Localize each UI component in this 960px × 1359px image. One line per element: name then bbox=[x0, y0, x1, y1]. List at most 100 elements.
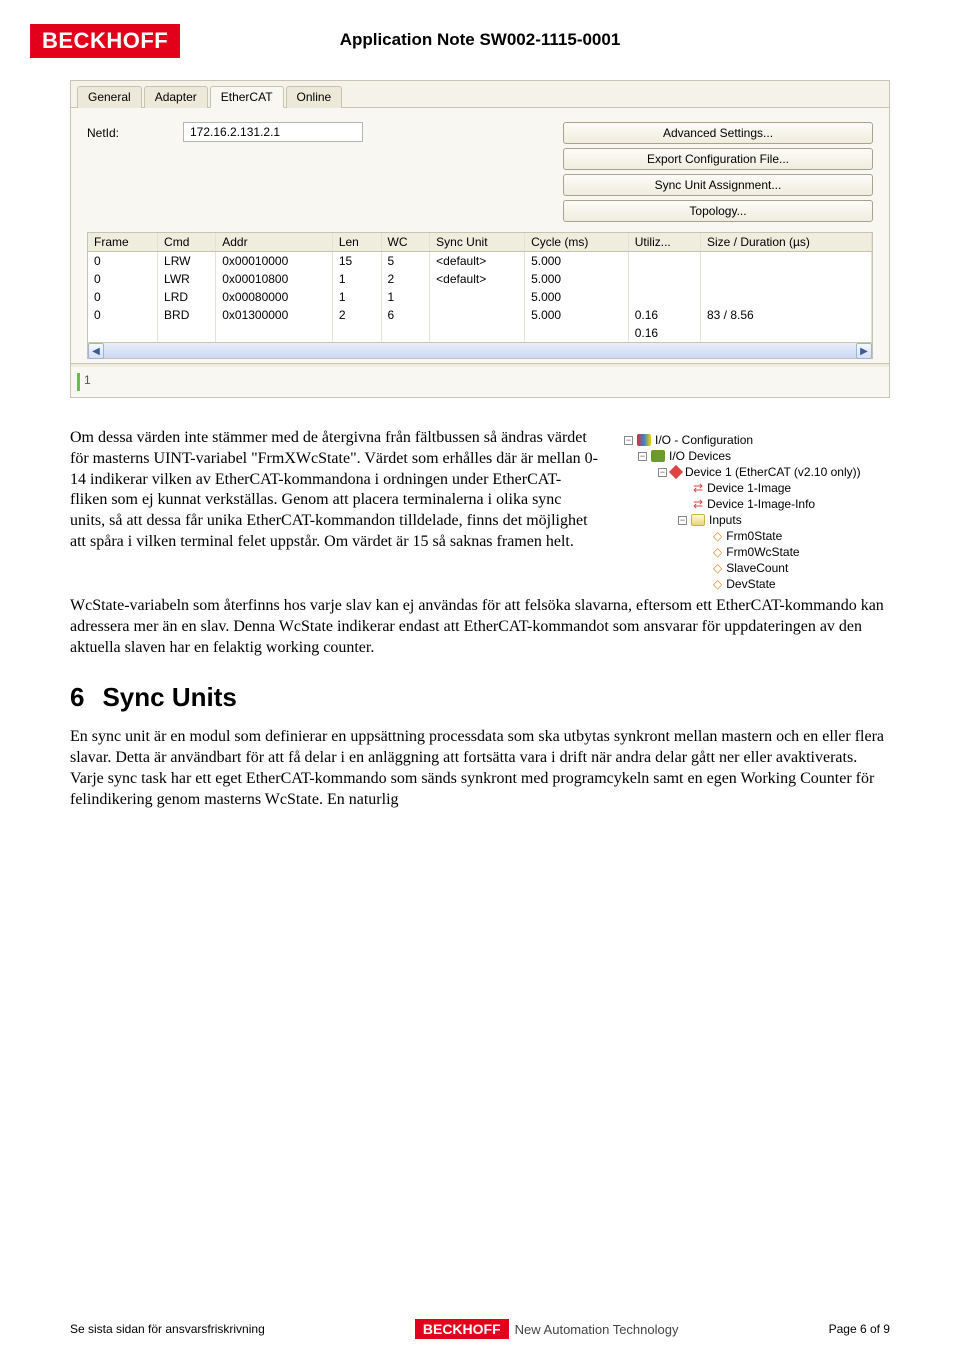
tab-adapter[interactable]: Adapter bbox=[144, 86, 208, 108]
netid-input[interactable]: 172.16.2.131.2.1 bbox=[183, 122, 363, 142]
scroll-right-button[interactable]: ▶ bbox=[856, 343, 872, 359]
table-cell: 0 bbox=[88, 288, 158, 306]
collapse-icon[interactable]: − bbox=[624, 436, 633, 445]
table-cell bbox=[381, 324, 430, 342]
tree-item[interactable]: − Inputs bbox=[624, 512, 886, 528]
column-header[interactable]: Len bbox=[332, 233, 381, 252]
tree-item-label: Device 1-Image-Info bbox=[707, 497, 815, 511]
table-cell bbox=[700, 288, 871, 306]
table-cell: 5.000 bbox=[525, 288, 629, 306]
log-panel: 1 bbox=[71, 367, 889, 397]
tab-online[interactable]: Online bbox=[286, 86, 343, 108]
table-cell bbox=[430, 288, 525, 306]
tree-item-label: Device 1 (EtherCAT (v2.10 only)) bbox=[685, 465, 861, 479]
table-cell bbox=[216, 324, 333, 342]
column-header[interactable]: Addr bbox=[216, 233, 333, 252]
section-number: 6 bbox=[70, 682, 84, 712]
table-cell: 0x00010800 bbox=[216, 270, 333, 288]
table-cell: LRW bbox=[158, 252, 216, 271]
tree-item[interactable]: ◇ DevState bbox=[624, 576, 886, 592]
table-cell: 0.16 bbox=[628, 306, 700, 324]
horizontal-scrollbar[interactable]: ◀ ▶ bbox=[88, 342, 872, 358]
tree-item[interactable]: ◇SlaveCount bbox=[624, 560, 886, 576]
tab-general[interactable]: General bbox=[77, 86, 142, 108]
section-heading: 6 Sync Units bbox=[70, 682, 890, 713]
table-cell: 1 bbox=[381, 288, 430, 306]
footer-page-number: Page 6 of 9 bbox=[829, 1322, 890, 1336]
tree-item[interactable]: − I/O Devices bbox=[624, 448, 886, 464]
table-cell: BRD bbox=[158, 306, 216, 324]
table-cell: 0.16 bbox=[628, 324, 700, 342]
tree-item[interactable]: ◇Frm0State bbox=[624, 528, 886, 544]
footer-left: Se sista sidan för ansvarsfriskrivning bbox=[70, 1322, 265, 1336]
variable-icon: ◇ bbox=[713, 561, 722, 575]
table-cell bbox=[88, 324, 158, 342]
scroll-left-button[interactable]: ◀ bbox=[88, 343, 104, 359]
export-configuration-file-button[interactable]: Export Configuration File... bbox=[563, 148, 873, 170]
table-cell: 83 / 8.56 bbox=[700, 306, 871, 324]
table-cell bbox=[430, 306, 525, 324]
table-cell: 0 bbox=[88, 306, 158, 324]
tree-item[interactable]: − Device 1 (EtherCAT (v2.10 only)) bbox=[624, 464, 886, 480]
section-title: Sync Units bbox=[102, 682, 236, 712]
tree-item-label: I/O - Configuration bbox=[655, 433, 753, 447]
table-cell: 0x00010000 bbox=[216, 252, 333, 271]
table-cell bbox=[700, 270, 871, 288]
topology-button[interactable]: Topology... bbox=[563, 200, 873, 222]
table-cell bbox=[628, 270, 700, 288]
table-row[interactable]: 0LRW0x00010000155<default>5.000 bbox=[88, 252, 872, 271]
variable-icon: ◇ bbox=[713, 545, 722, 559]
table-row[interactable]: 0.16 bbox=[88, 324, 872, 342]
column-header[interactable]: Size / Duration (µs) bbox=[700, 233, 871, 252]
table-cell: 5 bbox=[381, 252, 430, 271]
table-cell: 15 bbox=[332, 252, 381, 271]
table-cell: 5.000 bbox=[525, 270, 629, 288]
variable-icon: ◇ bbox=[713, 577, 722, 591]
table-cell: 6 bbox=[381, 306, 430, 324]
column-header[interactable]: Utiliz... bbox=[628, 233, 700, 252]
table-cell: 0 bbox=[88, 270, 158, 288]
table-cell: <default> bbox=[430, 270, 525, 288]
footer-tagline: New Automation Technology bbox=[515, 1322, 679, 1337]
tree-item-label: Inputs bbox=[709, 513, 742, 527]
table-cell: LRD bbox=[158, 288, 216, 306]
sync-unit-assignment-button[interactable]: Sync Unit Assignment... bbox=[563, 174, 873, 196]
tree-item[interactable]: − I/O - Configuration bbox=[624, 432, 886, 448]
log-cursor: 1 bbox=[77, 373, 91, 391]
advanced-settings-button[interactable]: Advanced Settings... bbox=[563, 122, 873, 144]
table-cell: 2 bbox=[381, 270, 430, 288]
netid-label: NetId: bbox=[87, 122, 157, 140]
frame-table-wrap: FrameCmdAddrLenWCSync UnitCycle (ms)Util… bbox=[87, 232, 873, 359]
table-cell: 0x01300000 bbox=[216, 306, 333, 324]
collapse-icon[interactable]: − bbox=[678, 516, 687, 525]
tab-ethercat[interactable]: EtherCAT bbox=[210, 86, 284, 108]
table-cell: LWR bbox=[158, 270, 216, 288]
io-config-icon bbox=[637, 434, 651, 446]
tree-item-label: DevState bbox=[726, 577, 775, 591]
tree-item[interactable]: ⇄Device 1-Image-Info bbox=[624, 496, 886, 512]
table-cell: 0x00080000 bbox=[216, 288, 333, 306]
table-cell: 1 bbox=[332, 270, 381, 288]
column-header[interactable]: Sync Unit bbox=[430, 233, 525, 252]
column-header[interactable]: Cmd bbox=[158, 233, 216, 252]
table-cell: 0 bbox=[88, 252, 158, 271]
tree-item-label: Device 1-Image bbox=[707, 481, 791, 495]
table-cell: <default> bbox=[430, 252, 525, 271]
column-header[interactable]: Cycle (ms) bbox=[525, 233, 629, 252]
table-row[interactable]: 0LRD0x00080000115.000 bbox=[88, 288, 872, 306]
table-cell bbox=[628, 288, 700, 306]
table-cell bbox=[158, 324, 216, 342]
table-row[interactable]: 0BRD0x01300000265.0000.1683 / 8.56 bbox=[88, 306, 872, 324]
table-row[interactable]: 0LWR0x0001080012<default>5.000 bbox=[88, 270, 872, 288]
column-header[interactable]: Frame bbox=[88, 233, 158, 252]
folder-icon bbox=[691, 514, 705, 526]
table-cell bbox=[430, 324, 525, 342]
ethercat-settings-panel: GeneralAdapterEtherCATOnline NetId: 172.… bbox=[70, 80, 890, 398]
column-header[interactable]: WC bbox=[381, 233, 430, 252]
tree-item[interactable]: ⇄Device 1-Image bbox=[624, 480, 886, 496]
collapse-icon[interactable]: − bbox=[638, 452, 647, 461]
tree-item[interactable]: ◇Frm0WcState bbox=[624, 544, 886, 560]
collapse-icon[interactable]: − bbox=[658, 468, 667, 477]
tree-item-label: I/O Devices bbox=[669, 449, 731, 463]
table-cell: 5.000 bbox=[525, 252, 629, 271]
